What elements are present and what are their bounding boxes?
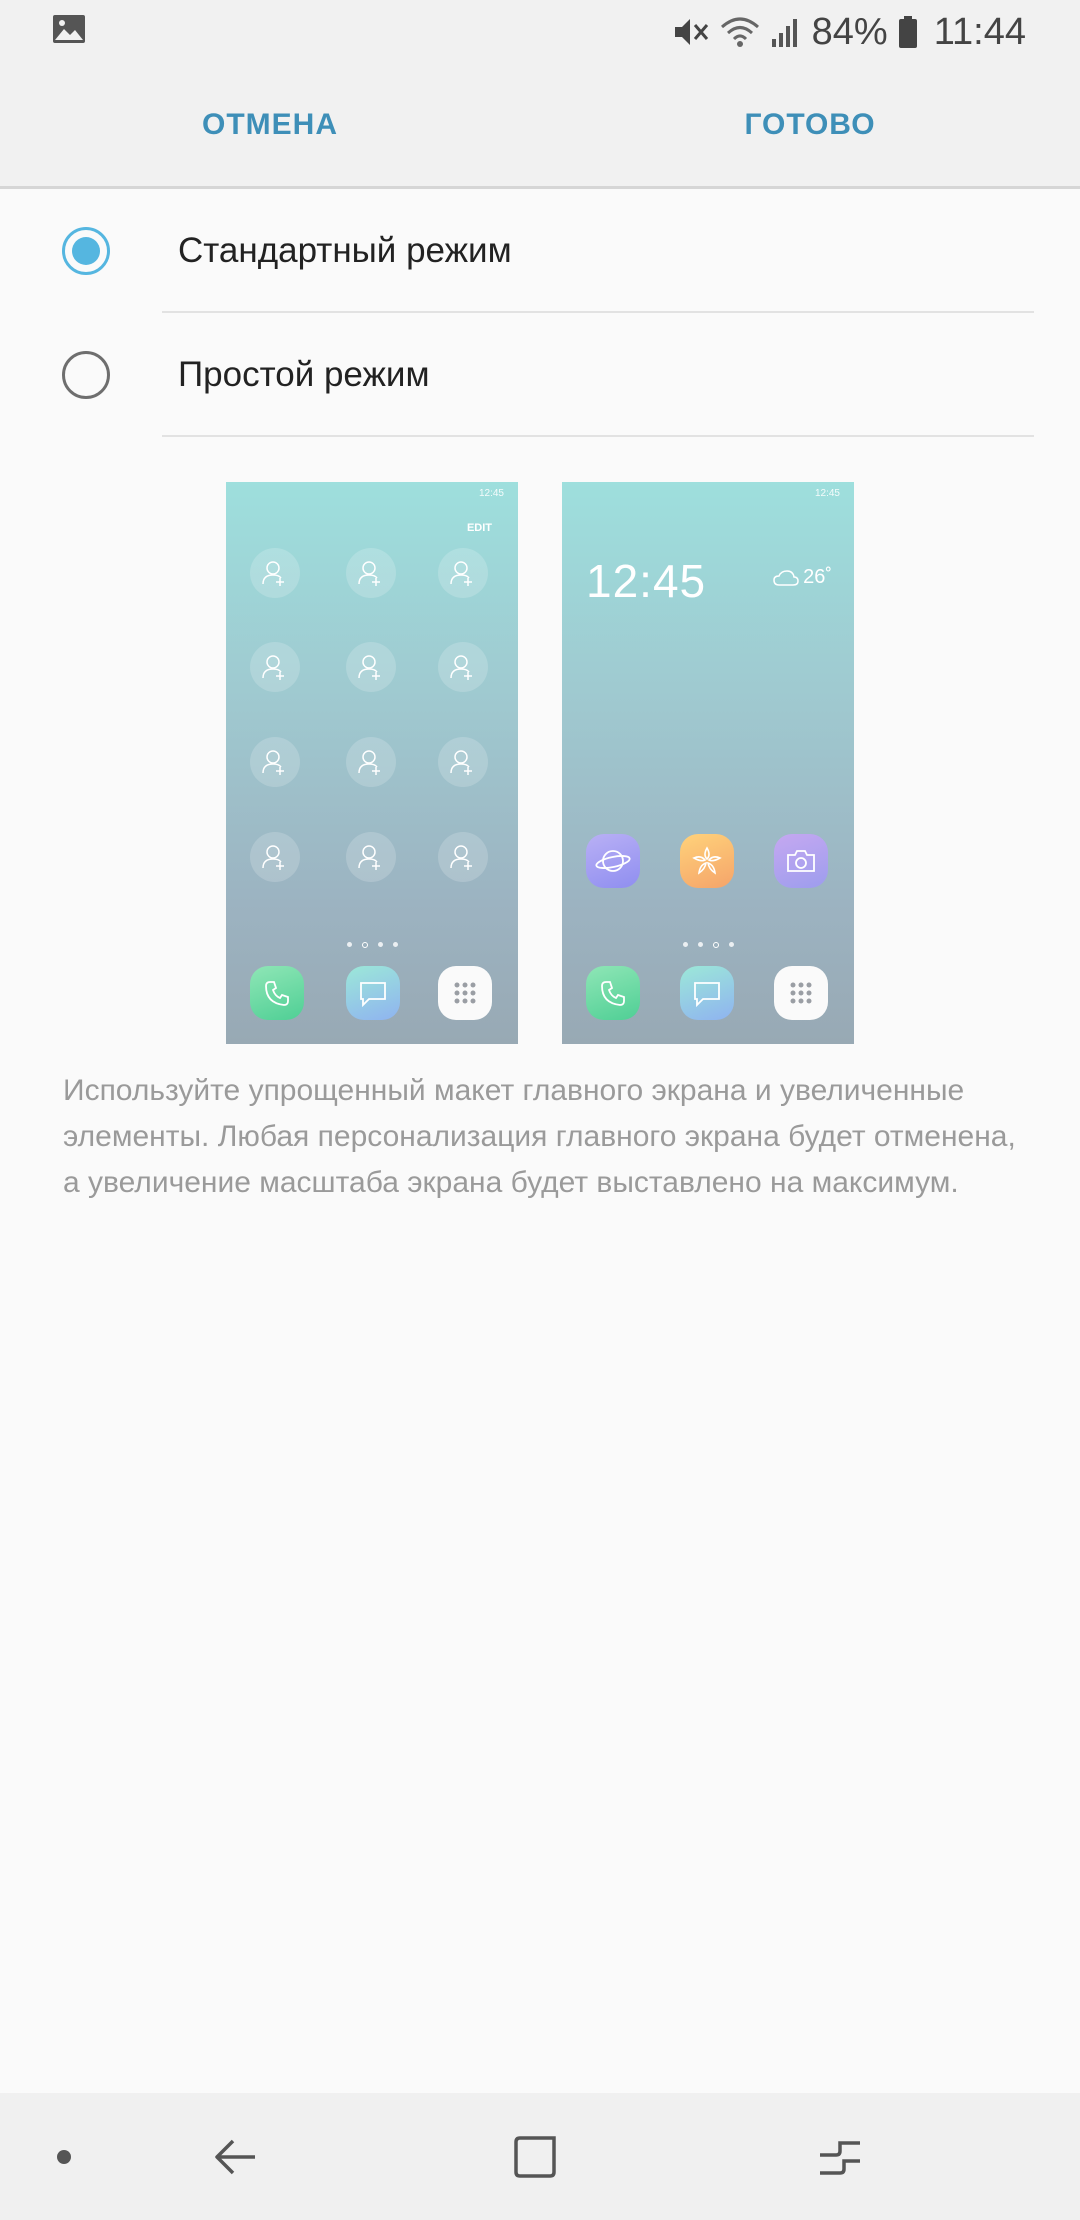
home-button[interactable]: [490, 2093, 580, 2220]
preview-status-time: 12:45: [478, 488, 504, 499]
apps-icon: [774, 966, 828, 1020]
page-indicator: [226, 942, 518, 948]
recents-button[interactable]: [795, 2093, 885, 2220]
option-label-easy: Простой режим: [178, 355, 430, 394]
radio-standard-mode[interactable]: [62, 227, 110, 275]
messages-icon: [680, 966, 734, 1020]
back-icon: [215, 2139, 255, 2174]
page-dot: [728, 942, 734, 947]
option-standard-mode[interactable]: Стандартный режим: [0, 189, 1080, 313]
add-contact-icon: [438, 737, 488, 787]
apps-icon: [438, 966, 492, 1020]
gallery-notification-icon: [53, 15, 85, 43]
add-contact-icon: [250, 642, 300, 692]
status-icons: 84% 11:44: [672, 6, 1026, 58]
camera-icon: [774, 834, 828, 888]
battery-percent: 84%: [811, 10, 888, 53]
page-dot: [392, 942, 398, 947]
radio-easy-mode[interactable]: [62, 351, 110, 399]
nav-dot-button[interactable]: [34, 2093, 94, 2220]
preview-weather: 26˚: [773, 566, 832, 589]
preview-edit-label: EDIT: [466, 522, 492, 534]
add-contact-icon: [438, 642, 488, 692]
divider: [162, 435, 1034, 437]
add-contact-icon: [250, 737, 300, 787]
back-button[interactable]: [190, 2093, 280, 2220]
page-dot-active: [361, 942, 368, 948]
messages-icon: [346, 966, 400, 1020]
navigation-bar: [0, 2093, 1080, 2220]
mute-icon: [674, 19, 708, 45]
page-indicator: [562, 942, 854, 948]
option-label-standard: Стандартный режим: [178, 231, 512, 270]
add-contact-icon: [346, 832, 396, 882]
internet-icon: [586, 834, 640, 888]
preview-easy-mode: 12:45 12:45 26˚: [562, 482, 854, 1044]
gallery-icon: [680, 834, 734, 888]
preview-standard-mode: 12:45 EDIT: [226, 482, 518, 1044]
option-easy-mode[interactable]: Простой режим: [0, 313, 1080, 437]
phone-icon: [250, 966, 304, 1020]
mode-description: Используйте упрощенный макет главного эк…: [63, 1074, 1016, 1199]
action-bar: ОТМЕНА ГОТОВО: [0, 64, 1080, 189]
add-contact-icon: [346, 548, 396, 598]
status-bar: 84% 11:44: [0, 0, 1080, 64]
add-contact-icon: [438, 548, 488, 598]
page-dot: [682, 942, 688, 947]
recents-icon: [820, 2140, 860, 2175]
preview-status-time: 12:45: [814, 488, 840, 499]
add-contact-icon: [346, 642, 396, 692]
cancel-button[interactable]: ОТМЕНА: [150, 64, 390, 186]
page-dot: [377, 942, 383, 947]
cloud-icon: [773, 569, 799, 586]
page-dot: [346, 942, 352, 947]
preview-clock: 12:45: [586, 555, 707, 607]
home-icon: [514, 2135, 556, 2178]
dot-icon: [57, 2149, 71, 2164]
battery-icon: [898, 16, 917, 48]
add-contact-icon: [438, 832, 488, 882]
phone-icon: [586, 966, 640, 1020]
signal-icon: [771, 19, 797, 47]
preview-temperature: 26˚: [803, 566, 832, 588]
add-contact-icon: [250, 832, 300, 882]
done-button[interactable]: ГОТОВО: [690, 64, 930, 186]
page-dot: [697, 942, 703, 947]
add-contact-icon: [250, 548, 300, 598]
wifi-icon: [720, 17, 759, 47]
page-dot-active: [712, 942, 719, 948]
add-contact-icon: [346, 737, 396, 787]
status-clock: 11:44: [933, 10, 1026, 53]
